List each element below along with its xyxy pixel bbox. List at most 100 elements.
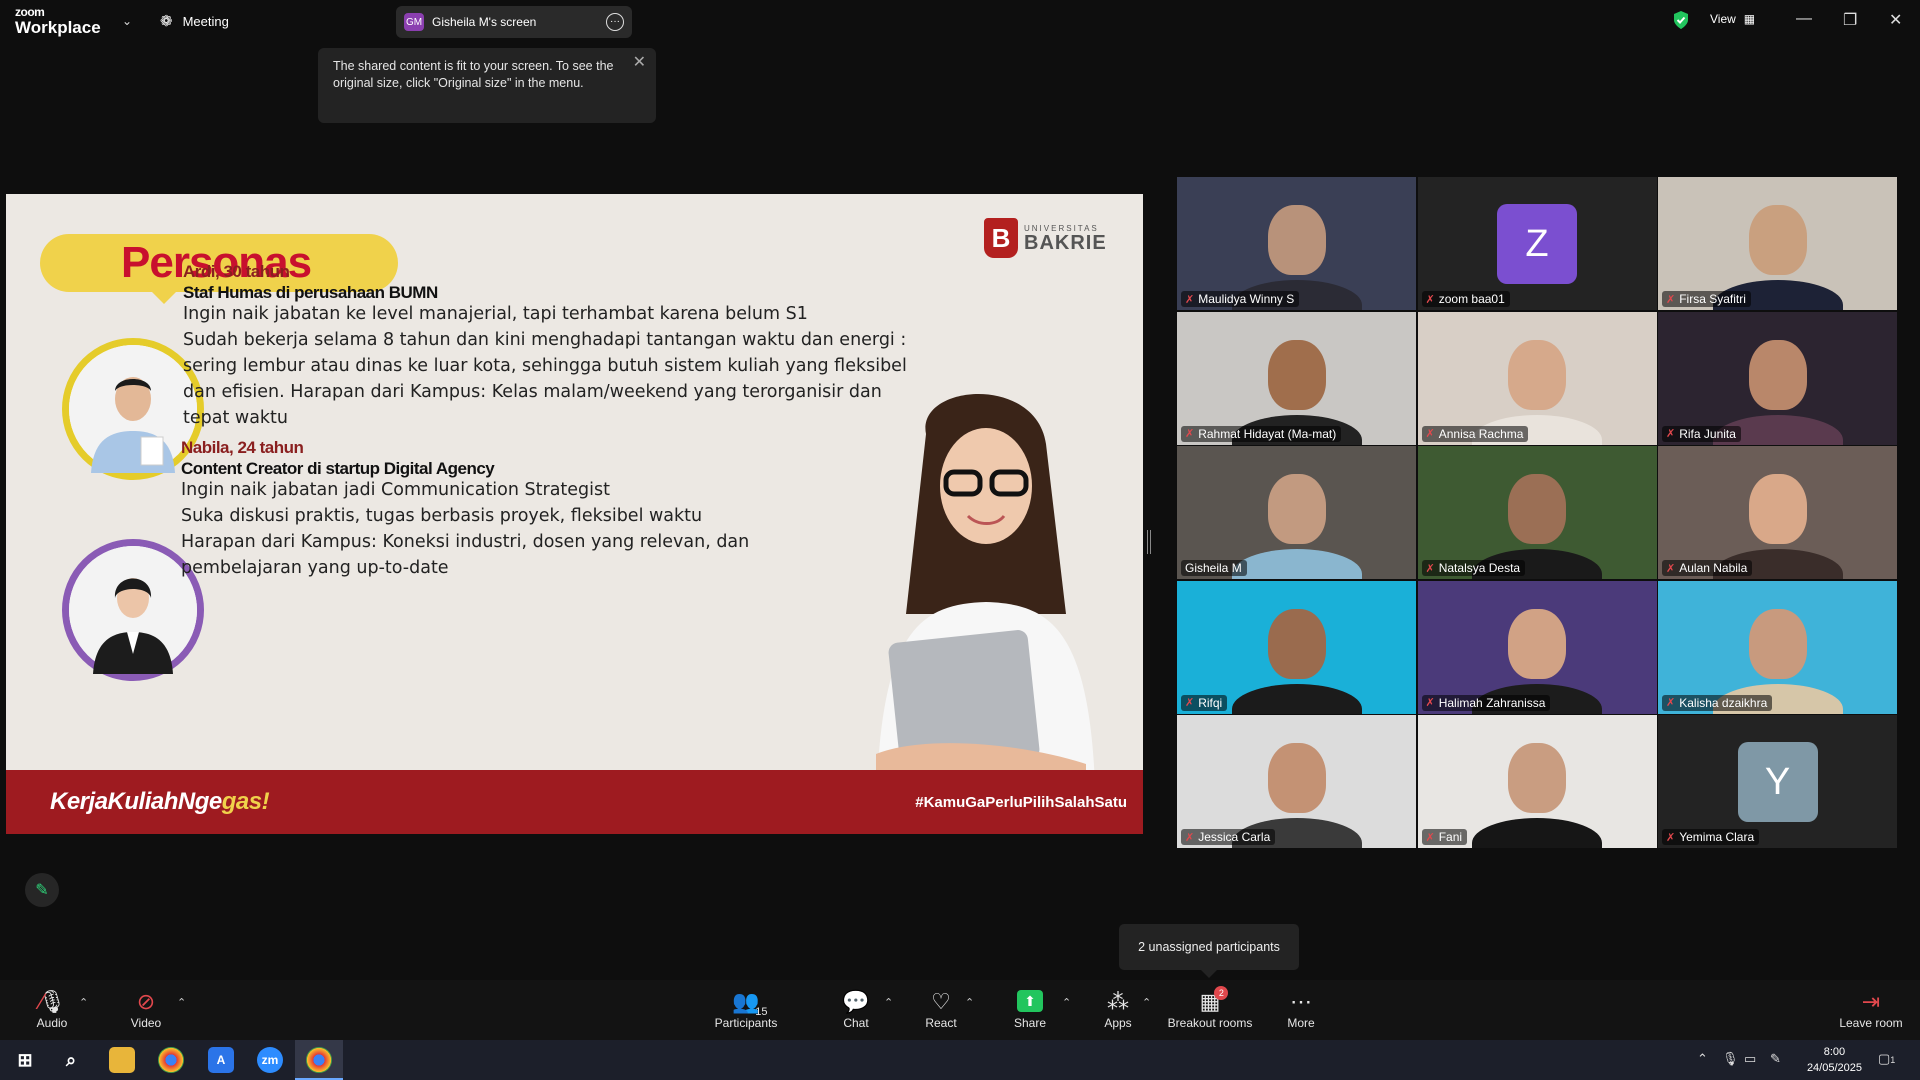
persona-2-role: Content Creator di startup Digital Agenc… xyxy=(181,459,495,478)
more-button[interactable]: ⋯ More xyxy=(1285,980,1317,1040)
persona-1-name: Ardi, 30 tahun xyxy=(183,262,290,281)
audio-button[interactable]: 🎙 ⁄ Audio xyxy=(32,980,72,1040)
slide-footer: KerjaKuliahNgegas! #KamuGaPerluPilihSala… xyxy=(6,770,1143,834)
participant-tile[interactable]: ✗ Rifqi xyxy=(1177,580,1416,714)
share-button[interactable]: ⬆ Share xyxy=(1013,980,1047,1040)
participant-name: Firsa Syafitri xyxy=(1679,292,1746,306)
windows-taskbar: ⊞ ⌕ A zm ⌃ 🎙 ▭ ✎ 8:00 24/05/2025 ▢1 xyxy=(0,1040,1920,1080)
chat-caret-icon[interactable]: ⌃ xyxy=(884,996,893,1009)
azure-app-icon[interactable]: A xyxy=(208,1047,234,1073)
participant-face xyxy=(1748,339,1807,410)
participant-name: Annisa Rachma xyxy=(1438,426,1524,441)
participant-tile[interactable]: ✗ Kalisha dzaikhra xyxy=(1658,580,1897,714)
react-caret-icon[interactable]: ⌃ xyxy=(965,996,974,1009)
mic-muted-icon: ✗ xyxy=(1425,293,1435,306)
audio-caret-icon[interactable]: ⌃ xyxy=(79,996,88,1009)
network-icon[interactable]: ▭ xyxy=(1744,1051,1756,1067)
apps-caret-icon[interactable]: ⌃ xyxy=(1142,996,1151,1009)
view-button[interactable]: View ▦ xyxy=(1710,12,1755,26)
participant-name-label: ✗ Yemima Clara xyxy=(1662,829,1760,845)
participant-tile[interactable]: Y ✗ Yemima Clara xyxy=(1658,715,1897,848)
video-caret-icon[interactable]: ⌃ xyxy=(177,996,186,1009)
video-button[interactable]: ⊘ Video xyxy=(126,980,166,1040)
chevron-down-icon[interactable]: ⌄ xyxy=(122,14,132,28)
participant-tile[interactable]: ✗ Annisa Rachma xyxy=(1417,311,1657,445)
participant-tile[interactable]: ✗ Rahmat Hidayat (Ma-mat) xyxy=(1177,311,1416,445)
notification-icon[interactable]: ▢1 xyxy=(1878,1051,1895,1067)
meeting-tab[interactable]: ❁ Meeting xyxy=(160,12,229,30)
participant-name-label: ✗ Kalisha dzaikhra xyxy=(1662,694,1773,711)
participant-face xyxy=(1748,205,1807,275)
participant-face xyxy=(1508,743,1566,813)
encryption-shield-icon[interactable] xyxy=(1672,10,1690,30)
windows-start-icon[interactable]: ⊞ xyxy=(12,1047,38,1073)
meeting-toolbar: 🎙 ⁄ Audio ⌃ ⊘ Video ⌃ 👥 15 Participants 💬 … xyxy=(0,980,1920,1040)
more-options-icon[interactable]: ··· xyxy=(606,13,624,31)
participant-name: Gisheila M xyxy=(1185,561,1242,575)
close-tooltip-icon[interactable]: ✕ xyxy=(633,54,646,71)
participant-tile[interactable]: ✗ Rifa Junita xyxy=(1658,311,1897,445)
participant-tile[interactable]: ✗ Jessica Carla xyxy=(1177,715,1416,848)
minimize-icon[interactable]: — xyxy=(1796,10,1812,28)
participant-tile[interactable]: ✗ Maulidya Winny S xyxy=(1177,177,1416,310)
footer-hashtag: #KamuGaPerluPilihSalahSatu xyxy=(915,794,1127,811)
participants-button[interactable]: 👥 15 Participants xyxy=(712,980,780,1040)
mic-muted-icon: ✗ xyxy=(1666,293,1676,306)
apps-icon: ⁂ xyxy=(1107,989,1129,1014)
shared-screen-label: Gisheila M's screen xyxy=(432,15,537,29)
mic-muted-icon: ✗ xyxy=(1185,428,1195,440)
file-explorer-icon[interactable] xyxy=(109,1047,135,1073)
tray-mic-icon[interactable]: 🎙 xyxy=(1722,1051,1739,1067)
persona-2-name: Nabila, 24 tahun xyxy=(181,438,304,457)
participant-tile[interactable]: ✗ Natalsya Desta xyxy=(1417,446,1657,579)
participant-name-label: ✗ Aulan Nabila xyxy=(1662,560,1753,576)
resize-handle[interactable] xyxy=(1147,530,1151,554)
participant-tile[interactable]: Gisheila M xyxy=(1177,446,1416,579)
participant-face xyxy=(1267,205,1326,275)
participant-name: Yemima Clara xyxy=(1679,830,1755,844)
participant-tile[interactable]: ✗ Halimah Zahranissa xyxy=(1417,580,1657,714)
participant-tile[interactable]: ✗ Firsa Syafitri xyxy=(1658,177,1897,310)
restore-icon[interactable]: ❐ xyxy=(1843,10,1857,30)
grid-icon: ▦ xyxy=(1743,12,1756,26)
share-arrow-icon: ⬆ xyxy=(1017,990,1043,1012)
chrome-zoom-icon[interactable] xyxy=(306,1047,332,1073)
participant-tile[interactable]: ✗ Fani xyxy=(1417,715,1657,848)
participant-name: Jessica Carla xyxy=(1198,830,1271,844)
shared-screen-tab[interactable]: GM Gisheila M's screen ··· xyxy=(396,6,632,38)
react-button[interactable]: ♡ React xyxy=(924,980,958,1040)
tray-chevron-icon[interactable]: ⌃ xyxy=(1697,1051,1708,1067)
share-caret-icon[interactable]: ⌃ xyxy=(1062,996,1071,1009)
participant-tile[interactable]: ✗ Aulan Nabila xyxy=(1658,446,1897,579)
participant-face xyxy=(1508,608,1566,679)
close-window-icon[interactable]: ✕ xyxy=(1889,10,1902,30)
breakout-rooms-button[interactable]: ▦ 2 Breakout rooms xyxy=(1165,980,1255,1040)
heart-icon: ♡ xyxy=(931,989,951,1014)
participants-icon: 👥 15 xyxy=(732,989,768,1019)
participant-initial-avatar: Y xyxy=(1737,742,1818,822)
chat-button[interactable]: 💬 Chat xyxy=(840,980,872,1040)
mic-muted-icon: ✗ xyxy=(1185,697,1195,709)
participant-face xyxy=(1748,474,1807,544)
shared-slide: Personas B UNIVERSITAS BAKRIE Ardi, 30 t… xyxy=(6,194,1143,834)
pen-icon[interactable]: ✎ xyxy=(1770,1051,1781,1067)
more-dots-icon: ⋯ xyxy=(1290,989,1312,1014)
chrome-icon[interactable] xyxy=(158,1047,184,1073)
system-clock[interactable]: 8:00 24/05/2025 xyxy=(1807,1044,1862,1076)
participant-name-label: ✗ Jessica Carla xyxy=(1181,829,1276,845)
participant-tile[interactable]: Z ✗ zoom baa01 xyxy=(1417,177,1657,310)
mic-muted-icon: ✗ xyxy=(1185,293,1195,306)
gm-avatar: GM xyxy=(404,13,424,31)
leave-room-button[interactable]: ⇥ Leave room xyxy=(1838,980,1904,1040)
annotate-pencil-icon[interactable]: ✎ xyxy=(25,873,59,907)
participant-name: Rifa Junita xyxy=(1679,426,1736,441)
mic-muted-icon: ✗ xyxy=(1425,562,1435,575)
participant-name-label: Gisheila M xyxy=(1181,560,1247,576)
bubble-tail xyxy=(146,286,182,304)
participant-name-label: ✗ Fani xyxy=(1421,829,1468,845)
persona-1-role: Staf Humas di perusahaan BUMN xyxy=(183,283,438,302)
search-icon[interactable]: ⌕ xyxy=(58,1047,84,1073)
title-bar: zoom Workplace ⌄ ❁ Meeting GM Gisheila M… xyxy=(0,0,1920,44)
apps-button[interactable]: ⁂ Apps xyxy=(1102,980,1134,1040)
zoom-taskbar-icon[interactable]: zm xyxy=(257,1047,283,1073)
